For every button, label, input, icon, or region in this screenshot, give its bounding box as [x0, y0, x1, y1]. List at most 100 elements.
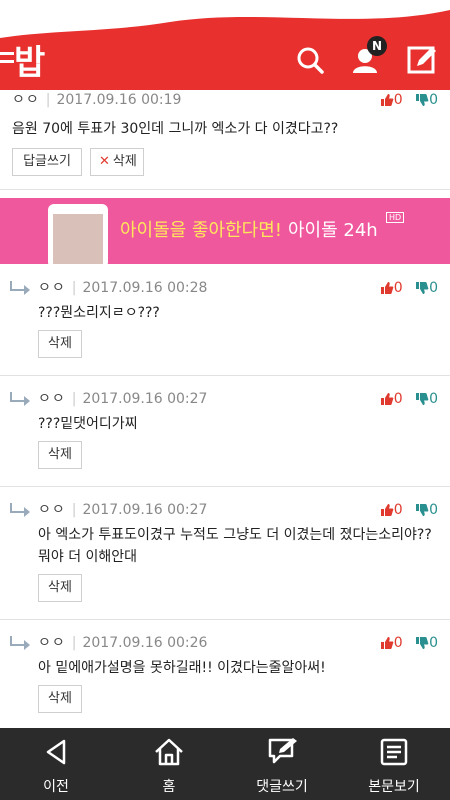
comment-meta: ㅇㅇ | 2017.09.16 00:19	[12, 92, 182, 108]
reply-arrow-icon	[10, 503, 30, 517]
back-arrow-icon	[46, 739, 66, 765]
comment-author: ㅇㅇ	[38, 635, 66, 651]
comment-date: 2017.09.16 00:26	[82, 635, 208, 651]
delete-button[interactable]: 삭제	[38, 685, 82, 713]
reply-item: ㅇㅇ | 2017.09.16 00:27 0 0 아 엑소가 투표도이겼구 누적도…	[0, 500, 450, 620]
write-comment-label: 댓글쓰기	[256, 779, 308, 795]
comment-text: ???밑댓어디가찌	[38, 416, 138, 432]
like-count: 0	[393, 391, 403, 407]
reply-item: ㅇㅇ | 2017.09.16 00:28 0 0 ???뭔소리지ㄹㅇ??? 삭제	[0, 278, 450, 376]
dislike-count: 0	[429, 502, 438, 518]
dislike-button[interactable]: 0	[415, 502, 438, 518]
thumbs-down-icon	[416, 637, 429, 649]
delete-label: 삭제	[112, 154, 137, 169]
like-button[interactable]: 0	[380, 502, 403, 518]
vote-area: 0 0	[380, 500, 438, 520]
reply-item: ㅇㅇ | 2017.09.16 00:26 0 0 아 밑에애가설명을 못하길래!!…	[0, 633, 450, 728]
comment-author: ㅇㅇ	[38, 502, 66, 518]
like-count: 0	[393, 280, 403, 296]
reply-arrow-icon	[10, 392, 30, 406]
thumbs-down-icon	[416, 94, 429, 106]
thumbs-up-icon	[380, 637, 394, 649]
delete-button[interactable]: 삭제	[38, 441, 82, 469]
reply-button[interactable]: 답글쓰기	[12, 148, 82, 176]
delete-button[interactable]: 삭제	[38, 330, 82, 358]
ad-banner[interactable]: 아이돌을 좋아한다면! 아이돌 24h HD	[0, 198, 450, 264]
write-comment-tab[interactable]: 댓글쓰기	[226, 728, 338, 800]
vote-area: 0 0	[380, 90, 438, 110]
thumbs-down-icon	[416, 282, 429, 294]
comment-meta: ㅇㅇ | 2017.09.16 00:26	[38, 635, 208, 651]
like-button[interactable]: 0	[380, 635, 403, 651]
phone-image	[48, 204, 108, 264]
delete-button[interactable]: ✕ 삭제	[90, 148, 144, 176]
delete-button[interactable]: 삭제	[38, 574, 82, 602]
write-button[interactable]	[402, 40, 442, 80]
home-icon	[155, 738, 183, 766]
home-label: 홈	[162, 779, 176, 795]
comment-meta: ㅇㅇ | 2017.09.16 00:28	[38, 280, 208, 296]
reply-item: ㅇㅇ | 2017.09.16 00:27 0 0 ???밑댓어디가찌 삭제	[0, 389, 450, 487]
svg-text:밥: 밥	[14, 43, 45, 82]
thumbs-up-icon	[380, 94, 394, 106]
comment-author: ㅇㅇ	[38, 280, 66, 296]
reply-arrow-icon	[10, 281, 30, 295]
vote-area: 0 0	[380, 278, 438, 298]
like-button[interactable]: 0	[380, 391, 403, 407]
dislike-button[interactable]: 0	[415, 92, 438, 108]
view-article-label: 본문보기	[368, 779, 420, 795]
dislike-count: 0	[429, 92, 438, 108]
hd-badge: HD	[386, 212, 405, 223]
comment-meta: ㅇㅇ | 2017.09.16 00:27	[38, 391, 208, 407]
like-button[interactable]: 0	[380, 92, 403, 108]
thumbs-up-icon	[380, 282, 394, 294]
thumbs-down-icon	[416, 393, 429, 405]
comment-date: 2017.09.16 00:27	[82, 391, 208, 407]
like-count: 0	[393, 635, 403, 651]
comment-author: ㅇㅇ	[12, 92, 40, 108]
comment-date: 2017.09.16 00:19	[56, 92, 182, 108]
like-count: 0	[393, 92, 403, 108]
banner-main-text: 아이돌 24h	[288, 220, 378, 241]
comment-text: 음원 70에 투표가 30인데 그니까 엑소가 다 이겼다고??	[12, 121, 339, 137]
dislike-count: 0	[429, 280, 438, 296]
comment-text: 아 엑소가 투표도이겼구 누적도 그냥도 더 이겼는데 졌다는소리야?? 뭐야 …	[38, 527, 432, 565]
home-tab[interactable]: 홈	[113, 728, 225, 800]
thumbs-up-icon	[380, 393, 394, 405]
thumbs-up-icon	[380, 504, 394, 516]
comment-author: ㅇㅇ	[38, 391, 66, 407]
header-wave-decoration	[0, 0, 450, 38]
comment-edit-icon	[268, 738, 297, 764]
prev-label: 이전	[43, 779, 69, 795]
comment-item: ㅇㅇ | 2017.09.16 00:19 0 0 음원 70에 투표가 30인데 …	[0, 90, 450, 190]
comment-text: 아 밑에애가설명을 못하길래!! 이겼다는줄알아써!	[38, 660, 326, 676]
like-count: 0	[393, 502, 403, 518]
dislike-button[interactable]: 0	[415, 635, 438, 651]
close-icon: ✕	[99, 154, 110, 169]
dislike-count: 0	[429, 635, 438, 651]
comment-meta: ㅇㅇ | 2017.09.16 00:27	[38, 502, 208, 518]
dislike-count: 0	[429, 391, 438, 407]
dislike-button[interactable]: 0	[415, 280, 438, 296]
document-icon	[380, 738, 408, 766]
prev-tab[interactable]: 이전	[0, 728, 112, 800]
vote-area: 0 0	[380, 633, 438, 653]
vote-area: 0 0	[380, 389, 438, 409]
dislike-button[interactable]: 0	[415, 391, 438, 407]
comment-text: ???뭔소리지ㄹㅇ???	[38, 305, 160, 321]
comment-date: 2017.09.16 00:28	[82, 280, 208, 296]
reply-arrow-icon	[10, 636, 30, 650]
app-header: 밥 N	[0, 0, 450, 90]
view-article-tab[interactable]: 본문보기	[338, 728, 450, 800]
like-button[interactable]: 0	[380, 280, 403, 296]
comment-date: 2017.09.16 00:27	[82, 502, 208, 518]
bottom-nav: 이전 홈 댓글쓰기 본문보기	[0, 728, 450, 800]
app-logo[interactable]: 밥	[0, 38, 60, 83]
edit-icon	[407, 46, 436, 74]
notification-badge: N	[367, 36, 387, 56]
thumbs-down-icon	[416, 504, 429, 516]
banner-highlight-text: 아이돌을 좋아한다면!	[120, 220, 282, 241]
search-button[interactable]	[290, 40, 330, 80]
logo-icon: 밥	[0, 43, 45, 83]
search-icon	[297, 47, 324, 74]
